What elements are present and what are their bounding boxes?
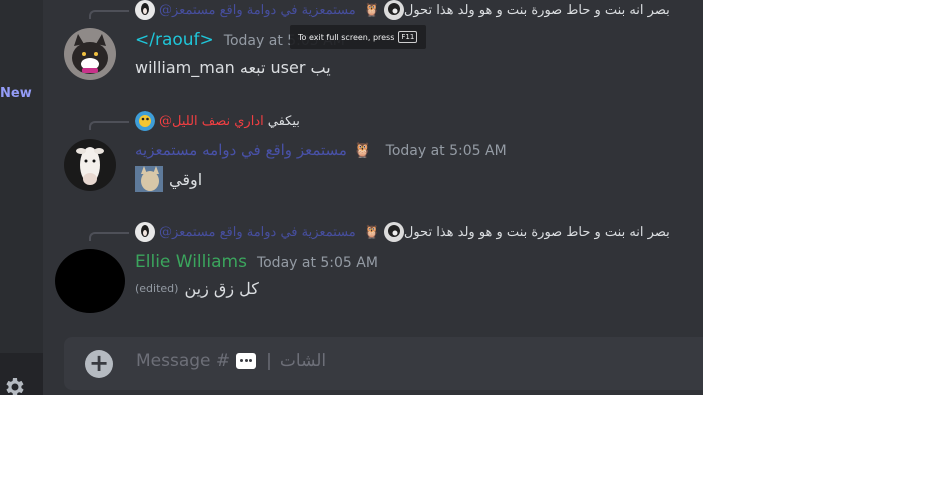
reply-text: بصر انه بنت و حاط صورة بنت و هو ولد هذا …	[403, 2, 670, 18]
user-avatar[interactable]	[54, 248, 126, 314]
new-unread-badge[interactable]: New	[0, 86, 32, 101]
user-avatar[interactable]	[64, 139, 116, 191]
reply-preview[interactable]: @مستمعزية في دوامة واقع مستمعز 🦉 بصر انه…	[135, 222, 670, 242]
reply-connector	[89, 10, 129, 19]
owl-emoji: 🦉	[363, 2, 380, 18]
reply-avatar	[135, 111, 155, 131]
owl-emoji: 🦉	[363, 224, 380, 240]
reply-connector	[89, 121, 129, 130]
tooltip-text: To exit full screen, press	[298, 32, 395, 42]
message-text: اوقي	[169, 169, 203, 189]
attached-image[interactable]	[135, 166, 163, 192]
placeholder-divider: |	[266, 351, 272, 371]
reply-mention[interactable]: @مستمعزية في دوامة واقع مستمعز	[159, 225, 356, 240]
reply-avatar	[135, 222, 155, 242]
user-avatar[interactable]	[64, 28, 116, 80]
reply-avatar-2	[383, 222, 404, 242]
reply-preview[interactable]: @اداري نصف الليل بيكفي	[135, 111, 300, 131]
username[interactable]: </raouf>	[135, 30, 214, 50]
message-content: (edited) كل زق زين	[135, 279, 259, 298]
message-input[interactable]: Message # | الشات	[136, 351, 326, 371]
chat-bubble-icon	[236, 353, 257, 369]
channel-sidebar: New	[0, 0, 43, 395]
reply-avatar-2	[383, 0, 404, 20]
reply-mention[interactable]: @مستمعزية في دوامة واقع مستمعز	[159, 3, 356, 18]
username[interactable]: مستمعز واقع في دوامه مستمعزيه	[135, 141, 347, 159]
add-attachment-button[interactable]: +	[85, 350, 113, 378]
owl-emoji: 🦉	[352, 141, 372, 159]
discord-window: New @مستمعزية في دوامة واقع مستمعز 🦉 بصر…	[0, 0, 703, 395]
message-header: مستمعز واقع في دوامه مستمعزيه 🦉 Today at…	[135, 141, 507, 159]
message-content: william_man تبعه user يب	[135, 58, 331, 77]
reply-avatar	[135, 0, 155, 20]
reply-mention[interactable]: @اداري نصف الليل	[159, 114, 264, 129]
reply-preview[interactable]: @مستمعزية في دوامة واقع مستمعز 🦉 بصر انه…	[135, 0, 670, 20]
reply-text: بصر انه بنت و حاط صورة بنت و هو ولد هذا …	[403, 224, 670, 240]
placeholder-prefix: Message #	[136, 351, 231, 371]
timestamp[interactable]: Today at 5:05 AM	[257, 255, 378, 271]
edited-label: (edited)	[135, 282, 179, 295]
fullscreen-tooltip: To exit full screen, press F11	[290, 25, 426, 49]
message-content: اوقي	[135, 166, 202, 192]
username[interactable]: Ellie Williams	[135, 252, 247, 272]
tooltip-key: F11	[398, 31, 418, 43]
gear-icon[interactable]	[0, 375, 28, 395]
message-composer[interactable]: + Message # | الشات	[64, 337, 703, 390]
message-text: كل زق زين	[184, 279, 259, 298]
message-header: Ellie Williams Today at 5:05 AM	[135, 252, 378, 272]
reply-text: بيكفي	[267, 113, 300, 129]
timestamp[interactable]: Today at 5:05 AM	[386, 143, 507, 159]
placeholder-channel: الشات	[279, 351, 327, 371]
reply-connector	[89, 232, 129, 241]
